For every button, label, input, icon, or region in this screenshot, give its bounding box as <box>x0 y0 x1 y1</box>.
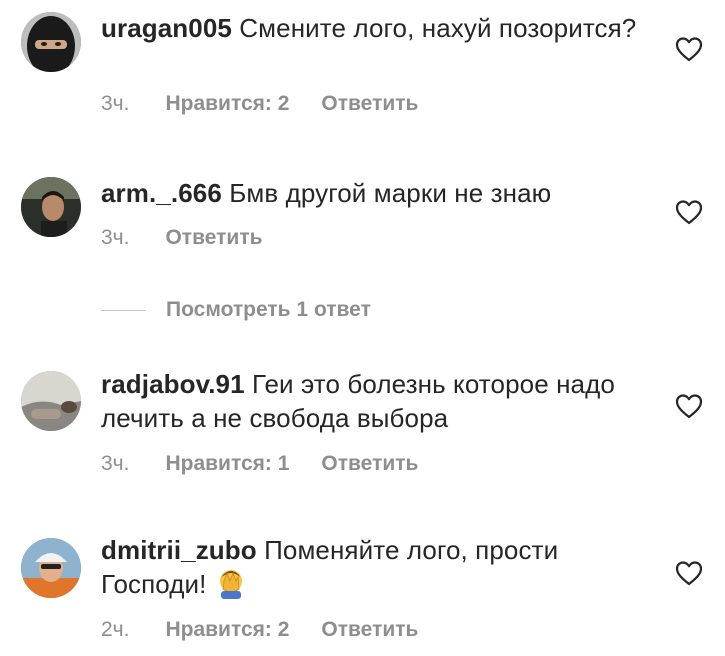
avatar-hand-photo-icon <box>21 371 81 431</box>
comment-text: uragan005 Смените лого, нахуй позорится? <box>101 11 641 45</box>
divider-line <box>101 309 146 311</box>
comment-meta: 3ч. Нравится: 2 Ответить <box>101 91 418 117</box>
comment-username[interactable]: dmitrii_zubo <box>101 535 257 565</box>
avatar-masked-person-icon <box>21 12 81 72</box>
avatar[interactable] <box>21 538 81 598</box>
reply-button[interactable]: Ответить <box>321 452 418 475</box>
heart-outline-icon[interactable] <box>675 560 703 586</box>
avatar[interactable] <box>21 12 81 72</box>
view-replies-label: Посмотреть 1 ответ <box>166 298 371 321</box>
comment-text: dmitrii_zubo Поменяйте лого, прости Госп… <box>101 533 641 607</box>
comment-meta: 3ч. Ответить <box>101 225 263 251</box>
avatar-man-with-cap-icon <box>21 538 81 598</box>
comment-meta: 2ч. Нравится: 2 Ответить <box>101 617 418 643</box>
comment-meta: 3ч. Нравится: 1 Ответить <box>101 451 418 477</box>
view-replies-button[interactable]: Посмотреть 1 ответ <box>101 297 371 323</box>
comment-time: 3ч. <box>101 452 130 475</box>
comment-body: Смените лого, нахуй позорится? <box>239 13 637 43</box>
avatar-man-in-car-icon <box>21 177 81 237</box>
heart-outline-icon[interactable] <box>675 199 703 225</box>
comment-time: 3ч. <box>101 226 130 249</box>
avatar[interactable] <box>21 371 81 431</box>
comment-body: Бмв другой марки не знаю <box>229 178 552 208</box>
comment-username[interactable]: uragan005 <box>101 13 232 43</box>
reply-button[interactable]: Ответить <box>321 618 418 641</box>
comment-username[interactable]: arm._.666 <box>101 178 222 208</box>
heart-outline-icon[interactable] <box>675 393 703 419</box>
face-palm-emoji-icon <box>215 567 247 607</box>
comment-time: 3ч. <box>101 92 130 115</box>
comment-likes[interactable]: Нравится: 2 <box>165 618 289 641</box>
comment-text: arm._.666 Бмв другой марки не знаю <box>101 176 641 210</box>
comment-username[interactable]: radjabov.91 <box>101 369 245 399</box>
comment-time: 2ч. <box>101 618 130 641</box>
comment-likes[interactable]: Нравится: 1 <box>165 452 289 475</box>
comment-likes[interactable]: Нравится: 2 <box>165 92 289 115</box>
reply-button[interactable]: Ответить <box>321 92 418 115</box>
reply-button[interactable]: Ответить <box>165 226 262 249</box>
heart-outline-icon[interactable] <box>675 36 703 62</box>
comment-text: radjabov.91 Геи это болезнь которое надо… <box>101 367 641 435</box>
avatar[interactable] <box>21 177 81 237</box>
